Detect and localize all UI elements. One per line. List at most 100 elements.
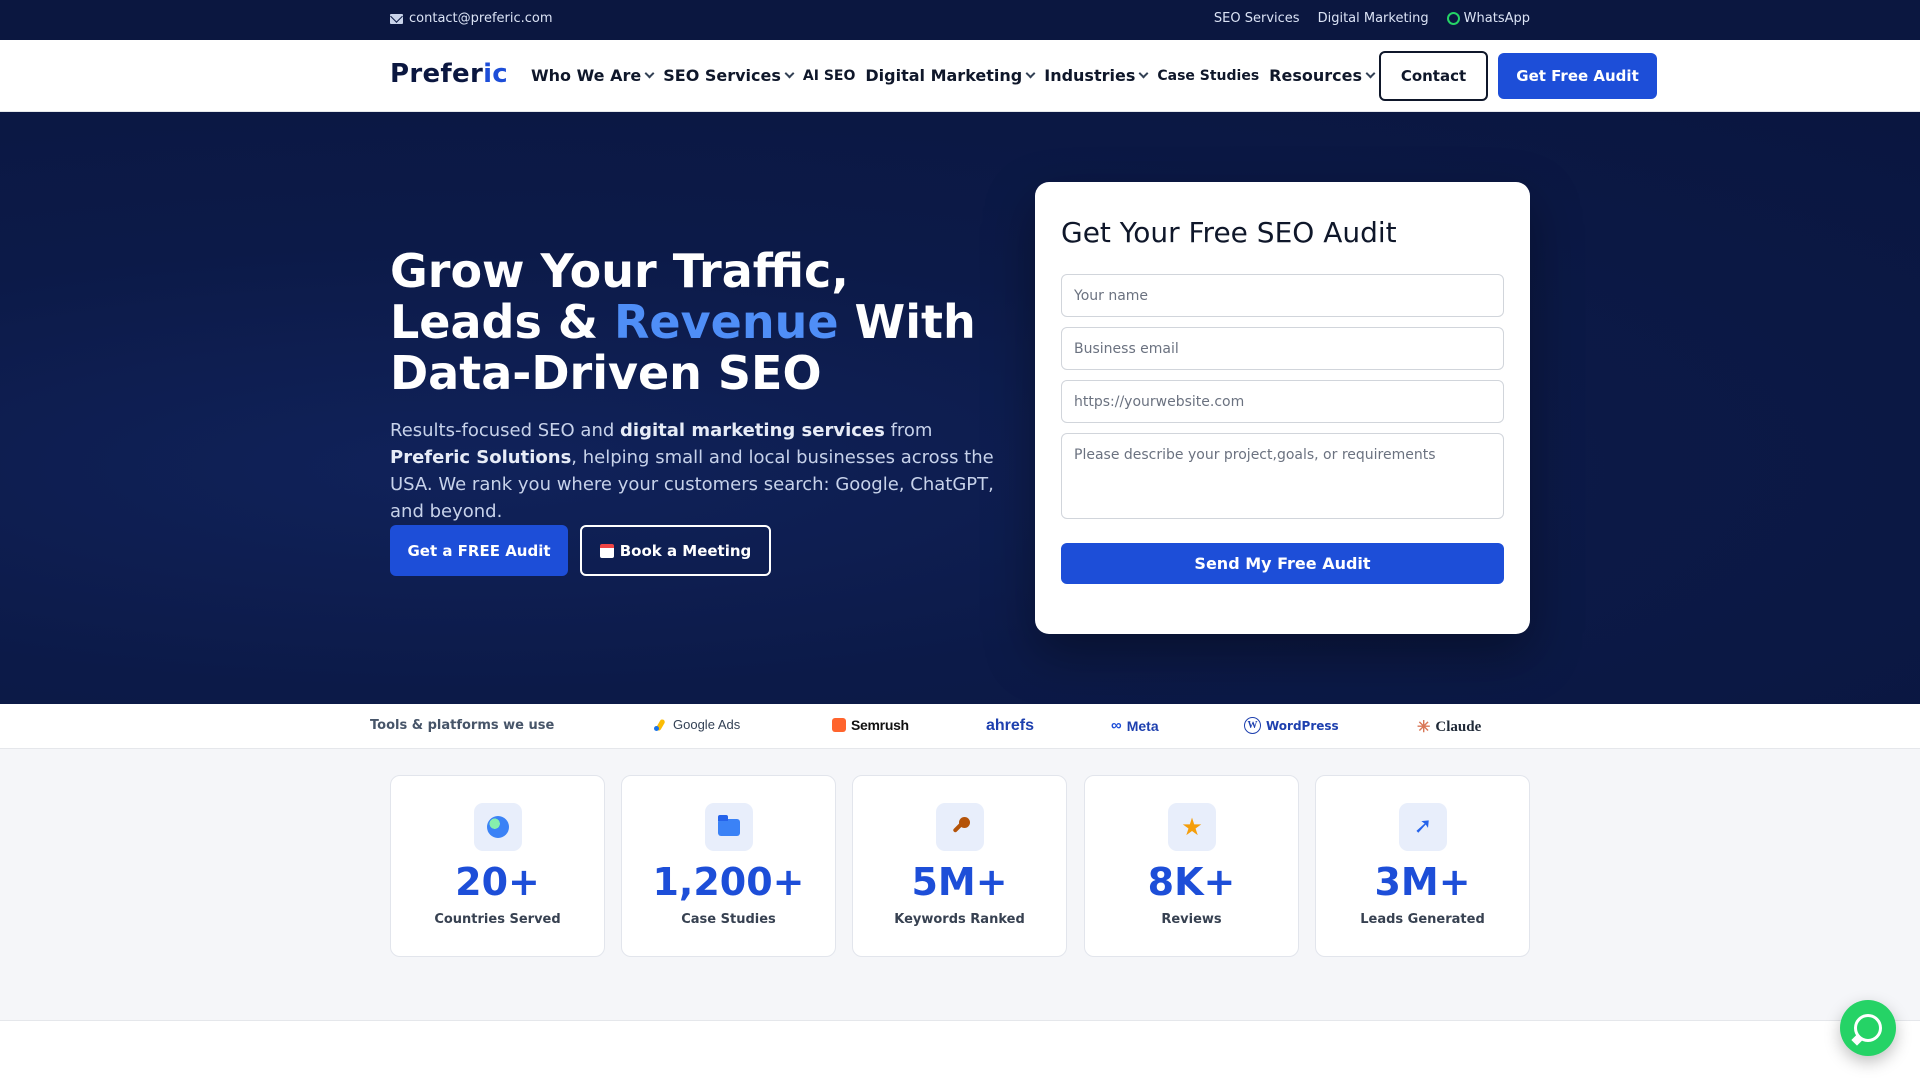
chevron-down-icon — [644, 68, 655, 79]
stat-card-case-studies: 1,200+ Case Studies — [621, 775, 836, 957]
contact-button[interactable]: Contact — [1379, 51, 1488, 101]
nav-item-digital-marketing[interactable]: Digital Marketing — [865, 66, 1036, 85]
stat-label: Countries Served — [434, 912, 561, 927]
tools-label: Tools & platforms we use — [370, 718, 555, 733]
hero-desc-bold: Preferic Solutions — [390, 447, 572, 468]
hero-desc-text: Results-focused SEO and — [390, 420, 621, 441]
top-links: SEO Services Digital Marketing WhatsApp — [1214, 11, 1530, 26]
nav-item-label: Resources — [1269, 66, 1362, 85]
stat-icon-box — [936, 803, 984, 851]
whatsapp-icon — [1854, 1014, 1882, 1042]
whatsapp-float-button[interactable] — [1840, 1000, 1896, 1056]
hero-description: Results-focused SEO and digital marketin… — [390, 417, 1005, 525]
nav-item-ai-seo[interactable]: AI SEO — [803, 68, 855, 84]
book-meeting-button[interactable]: Book a Meeting — [580, 525, 771, 576]
stat-value: 8K+ — [1147, 860, 1236, 904]
logo[interactable]: Preferic — [390, 59, 508, 89]
stat-value: 3M+ — [1374, 860, 1471, 904]
stat-icon-box — [705, 803, 753, 851]
book-meeting-label: Book a Meeting — [619, 541, 752, 560]
nav-item-who-we-are[interactable]: Who We Are — [531, 66, 655, 85]
tool-name: Semrush — [851, 717, 909, 733]
claude-icon: ✳ — [1417, 719, 1431, 736]
chevron-down-icon — [1138, 68, 1149, 79]
nav-item-label: Industries — [1044, 66, 1136, 85]
contact-email[interactable]: contact@preferic.com — [390, 11, 553, 26]
folder-icon — [718, 814, 740, 836]
stat-label: Keywords Ranked — [894, 912, 1025, 927]
top-link-digital-marketing[interactable]: Digital Marketing — [1318, 11, 1429, 26]
audit-form-card: Get Your Free SEO Audit Send My Free Aud… — [1035, 182, 1530, 634]
wordpress-icon: W — [1244, 717, 1261, 734]
nav-item-resources[interactable]: Resources — [1269, 66, 1376, 85]
top-link-seo-services[interactable]: SEO Services — [1214, 11, 1300, 26]
tool-name: Google Ads — [673, 717, 741, 732]
contact-email-text: contact@preferic.com — [409, 11, 553, 26]
stat-value: 20+ — [455, 860, 540, 904]
calendar-icon — [599, 543, 614, 558]
stat-icon-box: ➚ — [1399, 803, 1447, 851]
semrush-icon — [832, 718, 846, 732]
hero-title: Grow Your Traffic, Leads & Revenue With … — [390, 246, 1010, 399]
chevron-down-icon — [1365, 68, 1376, 79]
star-icon: ★ — [1181, 813, 1203, 841]
stat-label: Case Studies — [681, 912, 776, 927]
website-input[interactable] — [1061, 380, 1504, 423]
tool-ahrefs: ahrefs — [986, 717, 1034, 735]
google-ads-icon — [654, 719, 668, 731]
top-link-whatsapp[interactable]: WhatsApp — [1446, 11, 1530, 26]
nav-item-seo-services[interactable]: SEO Services — [663, 66, 795, 85]
tool-name: ahrefs — [986, 717, 1035, 734]
tool-name: Meta — [1126, 717, 1159, 734]
stat-card-reviews: ★ 8K+ Reviews — [1084, 775, 1299, 957]
stat-label: Leads Generated — [1360, 912, 1485, 927]
tool-wordpress: W WordPress — [1244, 717, 1339, 734]
top-link-whatsapp-label: WhatsApp — [1463, 11, 1530, 26]
nav-item-label: Digital Marketing — [865, 66, 1023, 85]
stats-section: 20+ Countries Served 1,200+ Case Studies… — [0, 749, 1920, 1021]
name-input[interactable] — [1061, 274, 1504, 317]
stat-icon-box — [474, 803, 522, 851]
form-title: Get Your Free SEO Audit — [1061, 216, 1397, 249]
stat-value: 1,200+ — [652, 860, 805, 904]
tool-semrush: Semrush — [832, 717, 909, 733]
whatsapp-icon — [1446, 12, 1460, 25]
tools-strip: Tools & platforms we use Google Ads Semr… — [0, 704, 1920, 749]
nav-menu: Who We Are SEO Services AI SEO Digital M… — [531, 66, 1376, 85]
nav-item-case-studies[interactable]: Case Studies — [1157, 68, 1259, 84]
hero-desc-bold: digital marketing services — [620, 420, 885, 441]
stat-value: 5M+ — [911, 860, 1008, 904]
key-icon — [949, 816, 971, 838]
tool-google-ads: Google Ads — [654, 717, 740, 732]
stat-card-leads: ➚ 3M+ Leads Generated — [1315, 775, 1530, 957]
meta-icon: ∞ — [1111, 717, 1122, 734]
logo-main: Prefer — [390, 59, 484, 89]
stat-card-countries: 20+ Countries Served — [390, 775, 605, 957]
get-free-audit-button[interactable]: Get Free Audit — [1498, 53, 1657, 99]
chevron-down-icon — [1025, 68, 1036, 79]
chevron-down-icon — [784, 68, 795, 79]
rocket-icon: ➚ — [1413, 814, 1433, 839]
tool-meta: ∞ Meta — [1111, 717, 1159, 734]
get-free-audit-hero-button[interactable]: Get a FREE Audit — [390, 525, 568, 576]
stat-label: Reviews — [1161, 912, 1222, 927]
nav-item-label: Case Studies — [1157, 67, 1260, 84]
hero-section: Grow Your Traffic, Leads & Revenue With … — [0, 112, 1920, 704]
hero-title-highlight: Revenue — [614, 295, 839, 349]
tool-claude: ✳ Claude — [1417, 717, 1481, 737]
nav-item-industries[interactable]: Industries — [1044, 66, 1149, 85]
mail-icon — [390, 13, 403, 24]
globe-icon — [487, 816, 509, 838]
tool-name: Claude — [1435, 718, 1482, 735]
logo-accent: ic — [483, 59, 509, 89]
email-input[interactable] — [1061, 327, 1504, 370]
stat-icon-box: ★ — [1168, 803, 1216, 851]
nav-item-label: AI SEO — [802, 67, 856, 84]
nav-item-label: Who We Are — [531, 66, 642, 85]
stat-card-keywords: 5M+ Keywords Ranked — [852, 775, 1067, 957]
nav-item-label: SEO Services — [663, 66, 781, 85]
main-nav: Preferic Who We Are SEO Services AI SEO … — [0, 40, 1920, 112]
send-audit-button[interactable]: Send My Free Audit — [1061, 543, 1504, 584]
message-textarea[interactable] — [1061, 433, 1504, 519]
top-bar: contact@preferic.com SEO Services Digita… — [0, 0, 1920, 40]
